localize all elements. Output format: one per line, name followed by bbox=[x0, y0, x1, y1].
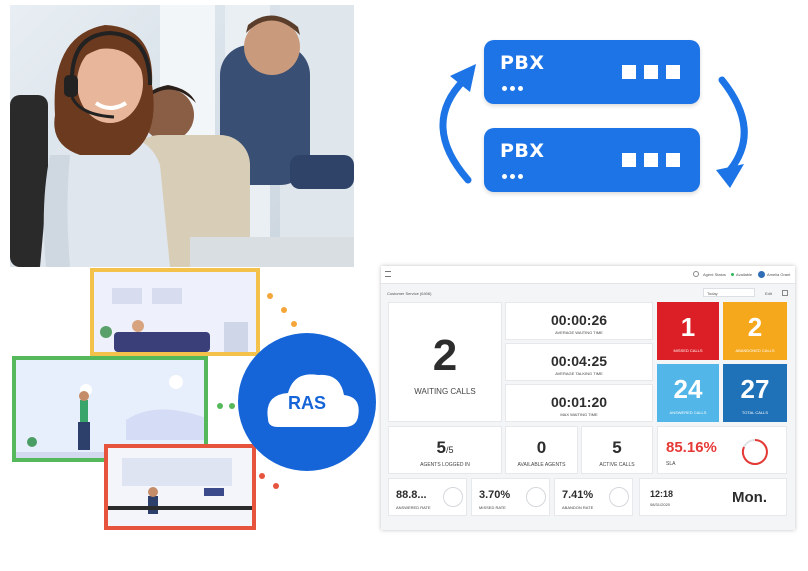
answered-calls-value: 24 bbox=[673, 374, 703, 404]
range-select[interactable]: Today bbox=[703, 288, 755, 297]
agents-logged-in-count: 5 bbox=[436, 438, 446, 457]
avg-waiting-time-card: 00:00:26 AVERAGE WAITING TIME bbox=[505, 302, 653, 340]
hamburger-icon[interactable] bbox=[385, 271, 391, 277]
missed-rate-label: MISSED RATE bbox=[479, 505, 506, 510]
abandon-rate-ring bbox=[609, 487, 629, 507]
sla-card: 85.16% SLA bbox=[657, 426, 787, 474]
sla-value: 85.16% bbox=[666, 439, 717, 456]
available-status[interactable]: Available bbox=[736, 272, 752, 277]
missed-rate-card: 3.70% MISSED RATE bbox=[471, 478, 550, 516]
pbx-server-secondary: PBX bbox=[484, 128, 700, 192]
pbx-diagram: PBX PBX bbox=[400, 30, 780, 210]
dashboard-topbar: Agent Status Available Amelia Grant bbox=[381, 266, 795, 284]
expand-icon[interactable] bbox=[782, 290, 788, 296]
answered-rate-ring bbox=[443, 487, 463, 507]
avg-talking-time-value: 00:04:25 bbox=[550, 353, 608, 369]
pbx-label: PBX bbox=[500, 140, 545, 162]
total-calls-tile: 27 TOTAL CALLS bbox=[723, 364, 787, 422]
answered-calls-tile: 24 ANSWERED CALLS bbox=[657, 364, 719, 422]
clock-date: 08/31/2020 bbox=[650, 502, 671, 507]
clock-day: Mon. bbox=[732, 489, 767, 506]
active-calls-value: 5 bbox=[612, 438, 622, 457]
clock-card: 12:18 08/31/2020 Mon. bbox=[639, 478, 787, 516]
avatar[interactable] bbox=[758, 271, 765, 278]
ras-logo-text: RAS bbox=[287, 393, 326, 413]
agents-logged-in-card: 5/5 AGENTS LOGGED IN bbox=[388, 426, 502, 474]
waiting-calls-card: 2 WAITING CALLS bbox=[388, 302, 502, 422]
abandoned-calls-tile: 2 ABANDONED CALLS bbox=[723, 302, 787, 360]
status-dot-icon bbox=[731, 273, 734, 276]
total-calls-label: TOTAL CALLS bbox=[741, 410, 769, 415]
active-calls-card: 5 ACTIVE CALLS bbox=[581, 426, 653, 474]
total-calls-value: 27 bbox=[740, 374, 770, 404]
call-center-dashboard: Agent Status Available Amelia Grant Cust… bbox=[381, 266, 795, 530]
max-waiting-time-card: 00:01:20 MAX WAITING TIME bbox=[505, 384, 653, 422]
missed-rate-ring bbox=[526, 487, 546, 507]
question-icon[interactable] bbox=[693, 271, 699, 277]
sla-gauge bbox=[741, 439, 768, 465]
range-select-value: Today bbox=[707, 291, 718, 296]
missed-calls-tile: 1 MISSED CALLS bbox=[657, 302, 719, 360]
answered-rate-value: 88.8... bbox=[396, 489, 427, 501]
pbx-server-primary: PBX bbox=[484, 40, 700, 104]
max-waiting-time-value: 00:01:20 bbox=[550, 394, 608, 410]
max-waiting-time-label: MAX WAITING TIME bbox=[560, 412, 598, 417]
pbx-label: PBX bbox=[500, 52, 545, 74]
clock-time: 12:18 bbox=[650, 489, 674, 499]
avg-talking-time-label: AVERAGE TALKING TIME bbox=[555, 371, 603, 376]
agents-logged-in-label: AGENTS LOGGED IN bbox=[420, 462, 470, 468]
waiting-calls-value: 2 bbox=[432, 331, 458, 380]
answered-rate-label: ANSWERED RATE bbox=[396, 505, 431, 510]
avg-talking-time-card: 00:04:25 AVERAGE TALKING TIME bbox=[505, 343, 653, 381]
active-calls-label: ACTIVE CALLS bbox=[599, 462, 635, 468]
abandon-rate-card: 7.41% ABANDON RATE bbox=[554, 478, 633, 516]
abandon-rate-label: ABANDON RATE bbox=[562, 505, 594, 510]
available-agents-card: 0 AVAILABLE AGENTS bbox=[505, 426, 578, 474]
abandoned-calls-value: 2 bbox=[747, 312, 763, 342]
abandoned-calls-label: ABANDONED CALLS bbox=[735, 348, 775, 353]
sla-label: SLA bbox=[666, 461, 676, 467]
ras-cloud-badge: RAS bbox=[238, 333, 376, 471]
available-agents-value: 0 bbox=[536, 438, 547, 457]
missed-calls-value: 1 bbox=[680, 312, 696, 342]
queue-title[interactable]: Customer Service (6406) bbox=[387, 291, 431, 296]
edit-button[interactable]: Edit bbox=[765, 291, 772, 296]
agent-status-label: Agent Status bbox=[703, 272, 726, 277]
available-agents-label: AVAILABLE AGENTS bbox=[517, 462, 566, 468]
missed-rate-value: 3.70% bbox=[479, 489, 511, 501]
agents-logged-in-total: /5 bbox=[445, 445, 454, 455]
answered-calls-label: ANSWERED CALLS bbox=[669, 410, 707, 415]
user-name[interactable]: Amelia Grant bbox=[767, 272, 793, 277]
avg-waiting-time-label: AVERAGE WAITING TIME bbox=[555, 330, 603, 335]
missed-calls-label: MISSED CALLS bbox=[673, 348, 703, 353]
waiting-calls-label: WAITING CALLS bbox=[414, 387, 476, 396]
call-center-photo bbox=[10, 5, 354, 267]
abandon-rate-value: 7.41% bbox=[562, 489, 594, 501]
answered-rate-card: 88.8... ANSWERED RATE bbox=[388, 478, 467, 516]
avg-waiting-time-value: 00:00:26 bbox=[550, 312, 608, 328]
agents-logged-in-value: 5/5 bbox=[389, 438, 501, 458]
